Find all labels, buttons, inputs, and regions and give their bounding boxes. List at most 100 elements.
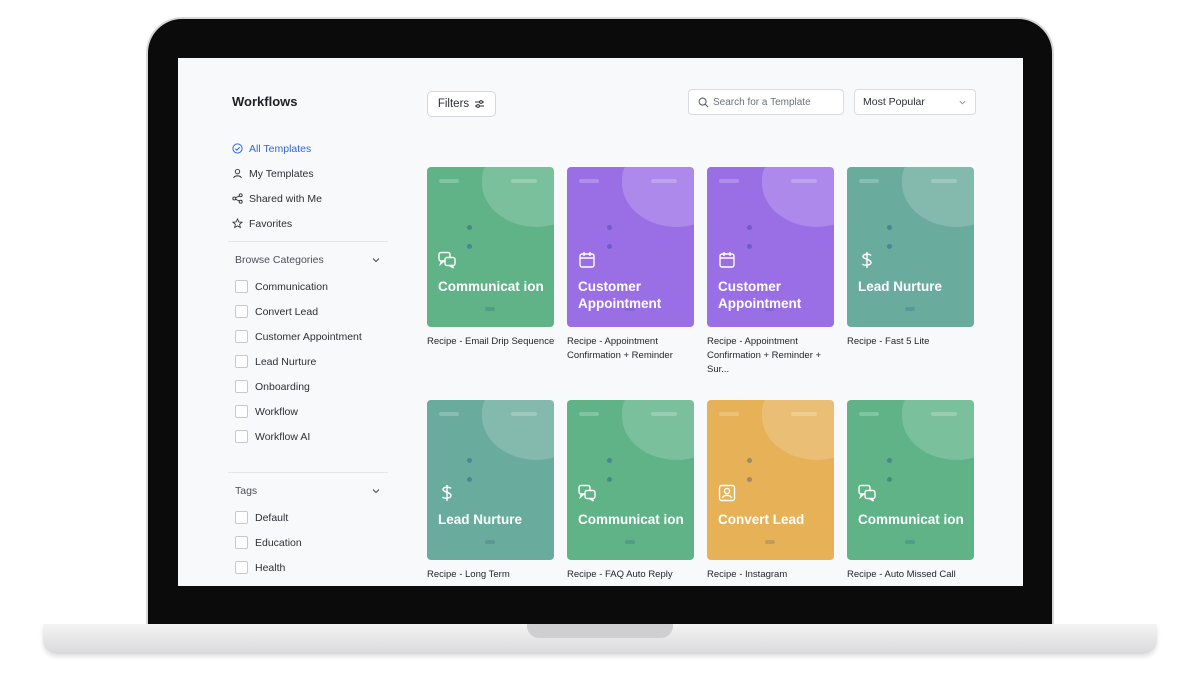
checkbox[interactable] [235,405,248,418]
filters-label: Filters [437,98,470,110]
laptop-notch [527,624,673,638]
card-decoration [719,179,739,183]
template-card[interactable]: Communicat ion [427,167,554,327]
card-decoration [719,412,739,416]
card-category: Communicat ion [578,512,684,527]
card-decoration [931,179,957,183]
category-checkbox[interactable]: Customer Appointment [235,324,362,349]
card-category: Communicat ion [858,512,964,527]
card-title[interactable]: Recipe - Appointment Confirmation + Remi… [707,335,837,377]
card-decoration [607,458,612,463]
card-title[interactable]: Recipe - Email Drip Sequence [427,335,557,349]
card-decoration [607,225,612,230]
category-label: Convert Lead [255,305,319,318]
template-card[interactable]: Communicat ion [847,400,974,560]
card-decoration [485,307,495,311]
card-decoration [887,477,892,482]
category-checkbox[interactable]: Communication [235,274,362,299]
section-label: Browse Categories [235,254,324,266]
calendar-icon [719,252,735,268]
tag-checkbox[interactable]: Default [235,505,302,530]
card-decoration [622,167,694,227]
category-checkbox[interactable]: Onboarding [235,374,362,399]
card-category: Customer Appointment [718,279,802,311]
template-card[interactable]: Customer Appointment [707,167,834,327]
tag-checkbox[interactable]: Health [235,555,302,580]
checkbox[interactable] [235,430,248,443]
chevron-down-icon [959,100,966,105]
card-decoration [902,167,974,227]
nav-favorites[interactable]: Favorites [232,211,322,236]
nav-shared-with-me[interactable]: Shared with Me [232,186,322,211]
card-category: Communicat ion [438,279,544,294]
sidebar-nav: All Templates My Templates Shared with M… [232,136,322,236]
category-checkbox[interactable]: Workflow AI [235,424,362,449]
card-title[interactable]: Recipe - Auto Missed Call [847,568,977,582]
checkbox[interactable] [235,511,248,524]
card-decoration [747,477,752,482]
checkbox[interactable] [235,355,248,368]
card-decoration [579,412,599,416]
card-title[interactable]: Recipe - Instagram [707,568,837,582]
search-placeholder: Search for a Template [713,96,811,108]
template-card[interactable]: Communicat ion [567,400,694,560]
user-icon [233,169,242,179]
template-card[interactable]: Customer Appointment [567,167,694,327]
tags-header[interactable]: Tags [235,485,381,497]
filters-button[interactable]: Filters [427,91,496,117]
card-decoration [467,244,472,249]
tag-checkbox[interactable]: Education [235,530,302,555]
template-card[interactable]: Lead Nurture [427,400,554,560]
checkbox[interactable] [235,330,248,343]
nav-label: Shared with Me [249,192,322,205]
card-decoration [859,412,879,416]
divider [228,241,388,242]
card-title[interactable]: Recipe - Appointment Confirmation + Remi… [567,335,697,363]
dollar-icon [861,252,872,268]
card-decoration [579,179,599,183]
sort-value: Most Popular [863,96,925,108]
search-input[interactable]: Search for a Template [688,89,844,115]
checkbox[interactable] [235,380,248,393]
browse-categories-header[interactable]: Browse Categories [235,254,381,266]
check-circle-icon [232,143,243,154]
tag-label: Default [255,511,289,524]
page-title: Workflows [232,94,298,109]
chat-icon [858,484,876,502]
template-card[interactable]: Convert Lead [707,400,834,560]
card-title[interactable]: Recipe - Long Term [427,568,557,582]
card-decoration [931,412,957,416]
category-checkbox[interactable]: Workflow [235,399,362,424]
card-decoration [651,179,677,183]
card-category: Convert Lead [718,512,805,527]
calendar-icon [579,252,595,268]
card-decoration [791,179,817,183]
nav-label: All Templates [249,142,312,155]
nav-label: My Templates [249,167,314,180]
chat-icon [438,251,456,269]
checkbox[interactable] [235,536,248,549]
card-decoration [607,244,612,249]
nav-all-templates[interactable]: All Templates [232,136,322,161]
sort-select[interactable]: Most Popular [854,89,976,115]
category-checkbox[interactable]: Lead Nurture [235,349,362,374]
card-decoration [625,540,635,544]
category-label: Onboarding [255,380,310,393]
card-title[interactable]: Recipe - FAQ Auto Reply [567,568,697,582]
checkbox[interactable] [235,305,248,318]
checkbox[interactable] [235,280,248,293]
tag-label: Health [255,561,286,574]
card-decoration [762,167,834,227]
card-title[interactable]: Recipe - Fast 5 Lite [847,335,977,349]
template-card[interactable]: Lead Nurture [847,167,974,327]
category-label: Workflow [255,405,298,418]
category-checkbox[interactable]: Convert Lead [235,299,362,324]
card-decoration [485,540,495,544]
card-decoration [902,400,974,460]
chat-icon [578,484,596,502]
nav-my-templates[interactable]: My Templates [232,161,322,186]
checkbox[interactable] [235,561,248,574]
share-icon [232,193,243,204]
tag-label: Education [255,536,302,549]
card-decoration [511,412,537,416]
